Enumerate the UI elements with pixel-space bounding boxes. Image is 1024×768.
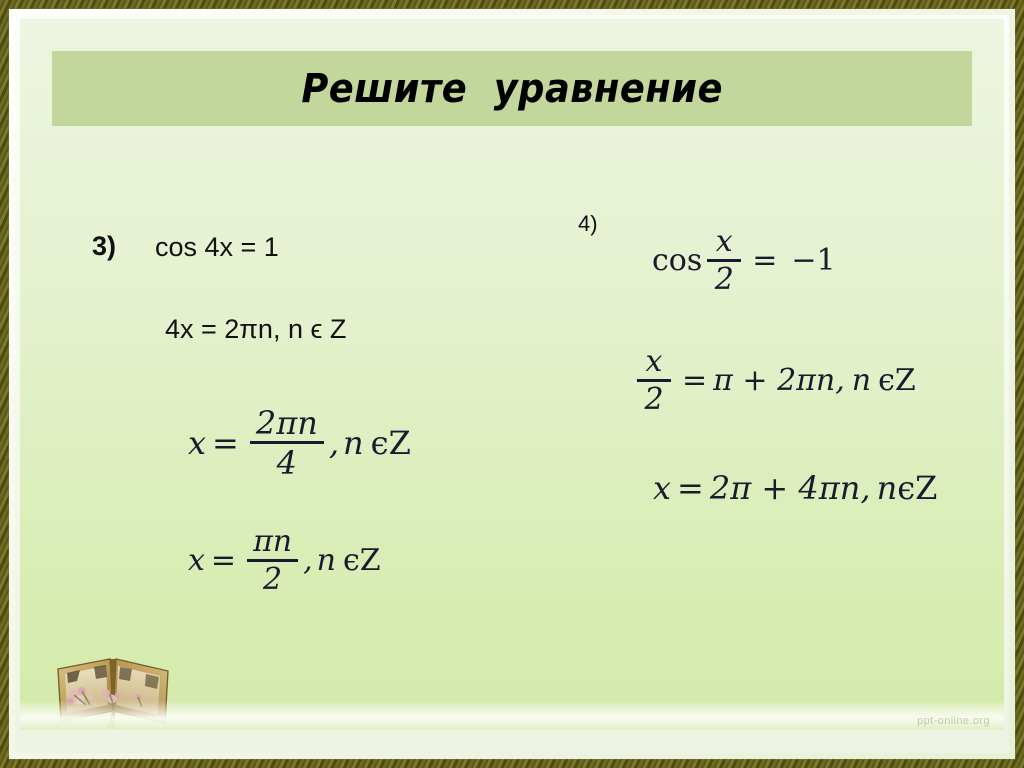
problem-4-math-step-2: x = 2π + 4πn , n ϵZ (653, 469, 937, 507)
math-lhs-var: x (653, 469, 672, 507)
math-suffix-var: n (876, 469, 898, 507)
problem-3-math-step-2: x = πn 2 , n ϵZ (188, 527, 381, 595)
problem-3-math-step-1: x = 2πn 4 , n ϵZ (188, 407, 411, 479)
math-fraction-numerator: x (715, 224, 733, 259)
math-suffix-var: n (851, 363, 872, 399)
problem-3-number: 3) (92, 231, 117, 261)
math-suffix-var: n (343, 423, 364, 462)
math-fraction: x 2 (637, 347, 671, 415)
math-fraction-denominator: 2 (644, 381, 664, 417)
math-fraction-denominator: 2 (714, 261, 734, 297)
math-rhs: π + 2πn (713, 363, 836, 399)
math-fraction-numerator: x (645, 344, 663, 379)
problem-4-number: 4) (578, 211, 598, 236)
math-suffix-var: n (316, 543, 336, 579)
math-fraction-denominator: 4 (276, 443, 298, 482)
math-fraction: 2πn 4 (249, 404, 324, 482)
math-set-membership: ϵZ (878, 363, 916, 399)
math-comma: , (860, 469, 871, 507)
title-band: Решите уравнение (52, 51, 972, 126)
math-lhs-var: x (188, 543, 205, 579)
math-function-name: cos (652, 243, 703, 279)
slide-frame: Решите уравнение 3) cos 4x = 1 4x = 2πn,… (0, 0, 1024, 768)
problem-4-math-step-1: x 2 = π + 2πn , n ϵZ (632, 347, 916, 415)
math-set-membership: ϵZ (370, 423, 411, 462)
math-fraction-numerator: πn (253, 524, 293, 559)
problem-3-equation: cos 4x = 1 (155, 232, 279, 262)
slide-canvas: Решите уравнение 3) cos 4x = 1 4x = 2πn,… (20, 19, 1004, 730)
math-fraction-denominator: 2 (263, 561, 283, 597)
math-comma: , (835, 363, 845, 399)
watermark-label: ppt-online.org (917, 715, 990, 727)
math-comma: , (303, 543, 313, 579)
math-set-membership: ϵZ (897, 469, 938, 507)
math-relation: = (682, 363, 708, 399)
math-relation: = (752, 243, 778, 279)
problem-column-left: 3) cos 4x = 1 4x = 2πn, n ϵ Z x = 2πn 4 … (20, 179, 520, 649)
math-rhs: 2π + 4πn (709, 469, 861, 507)
math-relation: = (210, 543, 237, 579)
math-set-membership: ϵZ (342, 543, 381, 579)
math-fraction-numerator: 2πn (255, 404, 318, 442)
problem-column-right: 4) cos x 2 = −1 x 2 = π + 2πn , n ϵZ x =… (520, 179, 1004, 649)
math-fraction: πn 2 (247, 524, 299, 597)
math-lhs-var: x (188, 423, 207, 462)
math-comma: , (328, 423, 340, 462)
problem-3-step-sans: 4x = 2πn, n ϵ Z (165, 314, 347, 344)
math-relation: = (677, 469, 704, 507)
slide-bottom-edge (20, 700, 1004, 730)
page-title: Решите уравнение (301, 65, 723, 112)
math-fraction: x 2 (707, 224, 742, 297)
math-rhs: −1 (791, 243, 836, 279)
problem-4-equation: cos x 2 = −1 (652, 227, 836, 295)
math-relation: = (212, 423, 239, 462)
